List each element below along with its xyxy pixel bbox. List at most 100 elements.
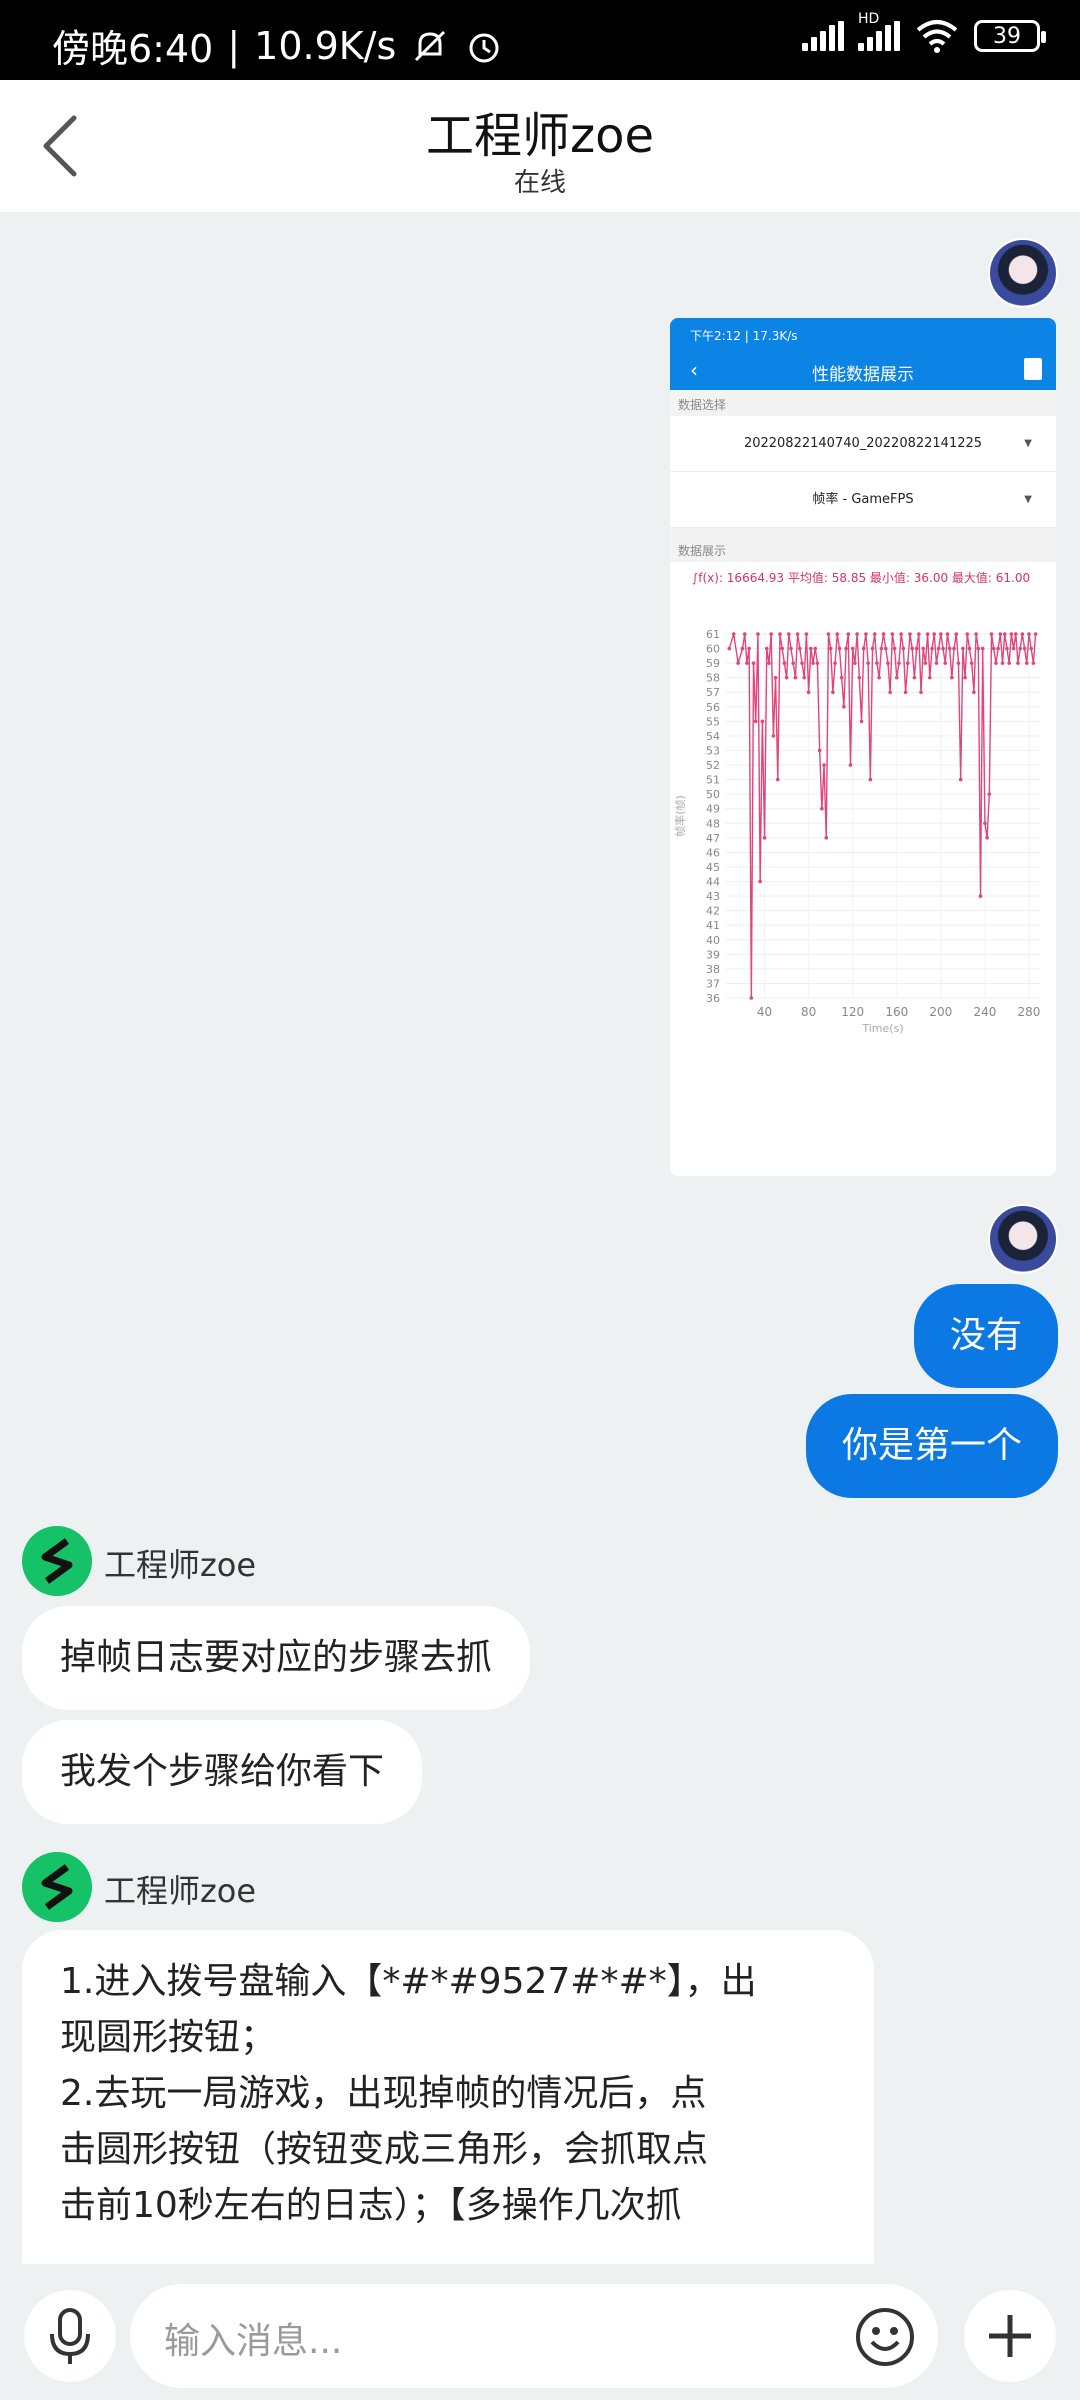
data-point bbox=[1011, 646, 1016, 651]
data-point bbox=[1029, 646, 1033, 651]
data-point bbox=[798, 646, 802, 651]
online-status: 在线 bbox=[513, 168, 566, 198]
x-tick-label: 120 bbox=[841, 1005, 864, 1019]
message-line: 击前10秒左右的日志）；【多操作几次抓 bbox=[60, 2185, 682, 2226]
incoming-long-message[interactable]: 1.进入拨号盘输入【*#*#9527#*#*】，出 现圆形按钮； 2.去玩一局游… bbox=[22, 1930, 874, 2264]
brand-logo-icon bbox=[41, 1864, 73, 1910]
data-point bbox=[762, 836, 767, 840]
data-point bbox=[787, 632, 791, 636]
data-point bbox=[976, 646, 981, 651]
data-point bbox=[883, 646, 888, 651]
shot-section-select: 数据选择 bbox=[670, 390, 1056, 416]
data-point bbox=[804, 632, 809, 636]
data-point bbox=[850, 646, 855, 651]
data-point bbox=[1016, 661, 1020, 665]
incoming-message[interactable]: 掉帧日志要对应的步骤去抓 bbox=[22, 1606, 531, 1710]
data-point bbox=[795, 632, 800, 636]
data-point bbox=[934, 661, 939, 665]
data-point bbox=[778, 632, 782, 636]
data-point bbox=[773, 675, 778, 680]
outgoing-message[interactable]: 你是第一个 bbox=[805, 1394, 1058, 1498]
data-point bbox=[905, 661, 910, 665]
wifi-icon bbox=[916, 20, 958, 53]
data-point bbox=[919, 690, 923, 695]
data-point bbox=[751, 661, 756, 665]
data-point bbox=[901, 646, 906, 651]
data-point bbox=[846, 632, 851, 636]
data-point bbox=[917, 632, 921, 636]
voice-button[interactable] bbox=[24, 2290, 116, 2382]
data-point bbox=[811, 661, 815, 665]
signal-hd-icon: HD bbox=[858, 11, 900, 51]
battery-level: 39 bbox=[993, 23, 1021, 49]
data-point bbox=[967, 646, 972, 651]
input-bar: 输入消息... bbox=[0, 2264, 1080, 2400]
data-point bbox=[868, 777, 873, 782]
shot-metric-value: 帧率 - GameFPS bbox=[812, 492, 914, 507]
chat-header: 工程师zoe 在线 bbox=[0, 80, 1080, 212]
mute-icon bbox=[415, 30, 446, 61]
data-point bbox=[930, 646, 934, 651]
alarm-icon bbox=[469, 33, 499, 62]
sender-name: 工程师zoe bbox=[104, 1546, 257, 1584]
microphone-icon bbox=[50, 2308, 90, 2364]
signal-icon bbox=[802, 21, 844, 51]
data-point bbox=[756, 632, 760, 636]
data-point bbox=[989, 632, 994, 636]
engineer-avatar[interactable] bbox=[22, 1852, 92, 1922]
data-point bbox=[745, 661, 749, 665]
data-point bbox=[952, 646, 956, 651]
data-point bbox=[941, 646, 945, 651]
message-line: 2.去玩一局游戏，出现掉帧的情况后，点 bbox=[60, 2073, 707, 2114]
y-tick-label: 48 bbox=[706, 817, 720, 830]
y-tick-label: 54 bbox=[706, 730, 720, 743]
data-point bbox=[848, 763, 853, 767]
data-point bbox=[736, 661, 740, 665]
data-point bbox=[767, 661, 771, 665]
page-title: 工程师zoe bbox=[425, 108, 655, 164]
data-point bbox=[828, 646, 833, 651]
data-point bbox=[928, 675, 932, 680]
data-point bbox=[758, 879, 762, 884]
data-point bbox=[833, 661, 837, 665]
data-point bbox=[1027, 632, 1031, 636]
data-point bbox=[872, 632, 877, 636]
data-point bbox=[910, 646, 914, 651]
emoji-icon[interactable] bbox=[854, 2306, 916, 2368]
message-input[interactable]: 输入消息... bbox=[130, 2284, 938, 2388]
y-tick-label: 56 bbox=[706, 701, 720, 714]
data-point bbox=[789, 646, 793, 651]
incoming-message[interactable]: 我发个步骤给你看下 bbox=[22, 1720, 423, 1824]
data-point bbox=[886, 661, 890, 665]
data-point bbox=[815, 661, 820, 665]
data-point bbox=[802, 675, 807, 680]
data-point bbox=[894, 675, 899, 680]
y-tick-label: 36 bbox=[706, 992, 720, 1005]
shot-delete-icon bbox=[1024, 358, 1042, 380]
data-point bbox=[991, 646, 996, 651]
data-point bbox=[956, 661, 961, 665]
data-point bbox=[839, 675, 844, 680]
user-avatar[interactable] bbox=[988, 238, 1058, 308]
shot-section-show: 数据展示 bbox=[670, 536, 1056, 562]
data-point bbox=[983, 821, 987, 826]
chevron-down-icon: ▼ bbox=[1024, 438, 1032, 449]
data-point bbox=[831, 690, 835, 695]
data-point bbox=[987, 792, 992, 796]
data-point bbox=[950, 675, 954, 680]
data-point bbox=[963, 675, 967, 680]
shot-file-select: 20220822140740_20220822141225 ▼ bbox=[670, 416, 1056, 472]
data-point bbox=[791, 661, 796, 665]
data-point bbox=[897, 661, 901, 665]
user-avatar[interactable] bbox=[988, 1204, 1058, 1274]
data-point bbox=[879, 646, 884, 651]
data-point bbox=[749, 996, 754, 1000]
outgoing-message[interactable]: 没有 bbox=[913, 1284, 1058, 1388]
add-button[interactable] bbox=[964, 2290, 1056, 2382]
data-point bbox=[870, 646, 875, 651]
engineer-avatar[interactable] bbox=[22, 1526, 92, 1596]
data-point bbox=[985, 836, 989, 840]
image-message[interactable]: 下午2:12 | 17.3K/s ‹ 性能数据展示 数据选择 202208221… bbox=[670, 318, 1056, 1176]
data-point bbox=[961, 646, 965, 651]
network-label: HD bbox=[858, 11, 880, 27]
